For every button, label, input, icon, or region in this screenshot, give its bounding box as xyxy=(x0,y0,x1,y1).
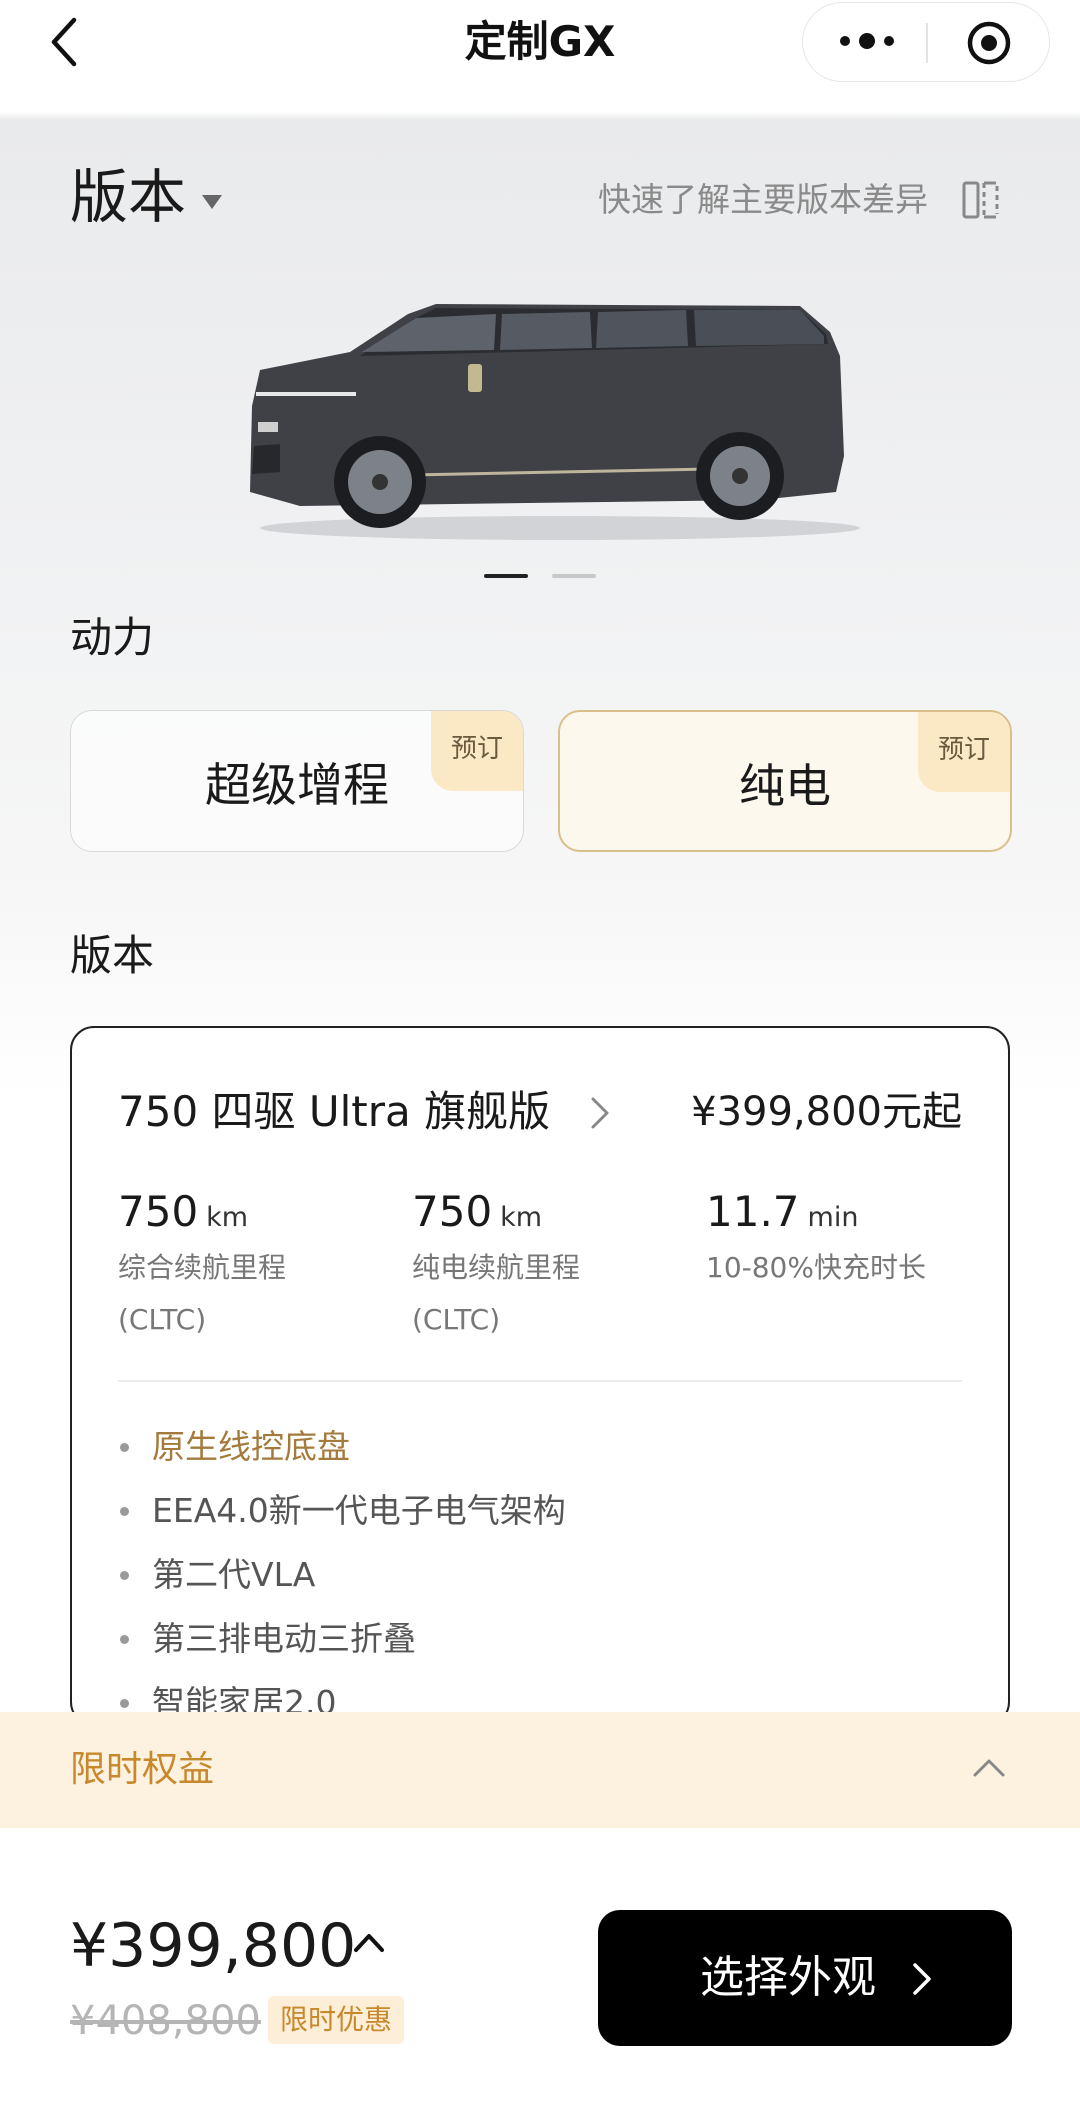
version-section-title: 版本 xyxy=(70,931,155,980)
version-name[interactable]: 750 四驱 Ultra 旗舰版 xyxy=(118,1084,550,1140)
chevron-right-icon xyxy=(913,1963,931,1995)
spec-description: 综合续航里程 xyxy=(118,1251,287,1284)
more-options-icon[interactable] xyxy=(833,21,913,61)
chevron-up-icon[interactable] xyxy=(972,1756,1006,1778)
version-price: ¥399,800元起 xyxy=(691,1089,962,1135)
spec-value: 11.7 xyxy=(706,1187,800,1236)
limited-benefit-bar[interactable]: 限时权益 xyxy=(0,1712,1080,1828)
carousel-indicator-active[interactable] xyxy=(484,574,528,578)
chevron-up-icon[interactable] xyxy=(352,1930,386,1954)
caret-down-icon[interactable] xyxy=(200,192,224,212)
feature-list: 原生线控底盘 EEA4.0新一代电子电气架构 第二代VLA 第三排电动三折叠 智… xyxy=(118,1422,938,1724)
preorder-badge: 预订 xyxy=(431,711,523,791)
version-card[interactable]: 750 四驱 Ultra 旗舰版 ¥399,800元起 750 km 综合续航里程… xyxy=(70,1026,1010,1726)
compare-versions-link[interactable]: 快速了解主要版本差异 xyxy=(598,178,928,222)
feature-item: 原生线控底盘 xyxy=(118,1422,938,1486)
spec-unit: km xyxy=(206,1202,249,1233)
power-section-title: 动力 xyxy=(70,613,155,662)
bullet-icon xyxy=(120,1635,129,1644)
feature-item: 第三排电动三折叠 xyxy=(118,1614,938,1678)
cta-label: 选择外观 xyxy=(700,1952,876,2003)
spec-standard: (CLTC) xyxy=(412,1303,501,1336)
choose-exterior-button[interactable]: 选择外观 xyxy=(598,1910,1012,2046)
carousel-indicator[interactable] xyxy=(552,574,596,578)
capsule-divider xyxy=(926,23,928,63)
original-price: ¥408,800 xyxy=(70,1998,261,2044)
chevron-right-icon[interactable] xyxy=(590,1096,610,1130)
spec-combined-range: 750 km 综合续航里程 (CLTC) xyxy=(118,1186,378,1346)
bullet-icon xyxy=(120,1699,129,1708)
spec-electric-range: 750 km 纯电续航里程 (CLTC) xyxy=(412,1186,672,1346)
bullet-icon xyxy=(120,1507,129,1516)
promo-badge: 限时优惠 xyxy=(268,1996,405,2044)
spec-description: 10-80%快充时长 xyxy=(706,1251,926,1284)
power-option-range-extender[interactable]: 超级增程 预订 xyxy=(70,710,524,852)
total-price[interactable]: ¥399,800 xyxy=(70,1908,356,1984)
spec-standard: (CLTC) xyxy=(118,1303,207,1336)
bullet-icon xyxy=(120,1443,129,1452)
feature-item: EEA4.0新一代电子电气架构 xyxy=(118,1486,938,1550)
spec-unit: km xyxy=(500,1202,543,1233)
spec-value: 750 xyxy=(412,1187,493,1236)
close-miniprogram-icon[interactable] xyxy=(965,19,1013,67)
car-image xyxy=(250,304,860,540)
top-navigation-bar: 定制GX xyxy=(0,0,1080,112)
feature-item: 第二代VLA xyxy=(118,1550,938,1614)
bottom-action-bar: ¥399,800 ¥408,800 限时优惠 选择外观 xyxy=(0,1828,1080,2113)
spec-value: 750 xyxy=(118,1187,199,1236)
spec-description: 纯电续航里程 xyxy=(412,1251,581,1284)
mini-program-capsule xyxy=(802,2,1050,82)
version-heading: 版本 xyxy=(70,163,187,231)
preorder-badge: 预订 xyxy=(918,712,1010,792)
compare-icon[interactable] xyxy=(960,180,1002,220)
power-option-electric[interactable]: 纯电 预订 xyxy=(558,710,1012,852)
spec-unit: min xyxy=(807,1202,859,1233)
spec-fast-charge: 11.7 min 10-80%快充时长 xyxy=(706,1186,966,1294)
card-divider xyxy=(118,1380,962,1382)
benefit-label: 限时权益 xyxy=(70,1749,215,1790)
bullet-icon xyxy=(120,1571,129,1580)
